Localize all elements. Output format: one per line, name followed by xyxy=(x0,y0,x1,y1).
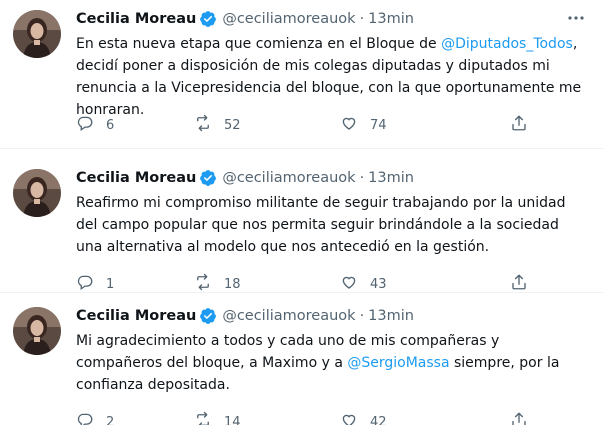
author-handle[interactable]: @ceciliamoreauok xyxy=(222,170,355,186)
timestamp[interactable]: 13min xyxy=(368,11,414,27)
retweet-icon xyxy=(194,411,212,425)
separator: · xyxy=(359,308,365,324)
tweet[interactable]: Cecilia Moreau @ceciliamoreauok · 13min … xyxy=(0,0,604,140)
reply-button[interactable]: 6 xyxy=(76,115,114,135)
more-options-icon[interactable] xyxy=(566,10,586,26)
like-count: 42 xyxy=(370,414,387,425)
reply-count: 6 xyxy=(106,117,115,133)
like-count: 74 xyxy=(370,117,387,133)
tweet[interactable]: Cecilia Moreau @ceciliamoreauok · 13min … xyxy=(0,159,604,299)
separator: · xyxy=(359,170,365,186)
author-name[interactable]: Cecilia Moreau xyxy=(76,11,196,27)
like-button[interactable]: 74 xyxy=(340,115,387,135)
retweet-count: 52 xyxy=(224,117,241,133)
reply-icon xyxy=(76,114,94,136)
verified-badge-icon xyxy=(199,10,217,28)
author-handle[interactable]: @ceciliamoreauok xyxy=(222,308,355,324)
tweet-thread: Cecilia Moreau @ceciliamoreauok · 13min … xyxy=(0,0,604,425)
separator: · xyxy=(359,11,365,27)
verified-badge-icon xyxy=(199,307,217,325)
tweet[interactable]: Cecilia Moreau @ceciliamoreauok · 13min … xyxy=(0,297,604,425)
retweet-count: 14 xyxy=(224,414,241,425)
verified-badge-icon xyxy=(199,169,217,187)
timestamp[interactable]: 13min xyxy=(368,308,414,324)
share-button[interactable] xyxy=(510,115,528,135)
avatar[interactable] xyxy=(13,10,61,58)
divider xyxy=(0,292,604,293)
heart-icon xyxy=(340,114,358,136)
avatar[interactable] xyxy=(13,307,61,355)
timestamp[interactable]: 13min xyxy=(368,170,414,186)
reply-count: 1 xyxy=(106,276,115,292)
reply-button[interactable]: 2 xyxy=(76,412,114,425)
tweet-text: Reafirmo mi compromiso militante de segu… xyxy=(76,195,566,255)
tweet-header: Cecilia Moreau @ceciliamoreauok · 13min xyxy=(76,9,414,29)
author-handle[interactable]: @ceciliamoreauok xyxy=(222,11,355,27)
reply-button[interactable]: 1 xyxy=(76,274,114,294)
tweet-header: Cecilia Moreau @ceciliamoreauok · 13min xyxy=(76,306,414,326)
heart-icon xyxy=(340,411,358,425)
share-button[interactable] xyxy=(510,274,528,294)
tweet-actions: 1 18 43 xyxy=(76,273,536,294)
retweet-button[interactable]: 14 xyxy=(194,411,241,425)
retweet-button[interactable]: 18 xyxy=(194,273,241,294)
tweet-actions: 6 52 74 xyxy=(76,114,536,136)
share-icon xyxy=(510,411,528,425)
tweet-text: En esta nueva etapa que comienza en el B… xyxy=(76,36,582,118)
share-icon xyxy=(510,114,528,136)
tweet-actions: 2 14 42 xyxy=(76,411,536,425)
mention-link[interactable]: @Diputados_Todos xyxy=(441,36,573,52)
retweet-count: 18 xyxy=(224,276,241,292)
tweet-text: Mi agradecimiento a todos y cada uno de … xyxy=(76,333,560,393)
tweet-header: Cecilia Moreau @ceciliamoreauok · 13min xyxy=(76,168,414,188)
divider xyxy=(0,148,604,149)
retweet-button[interactable]: 52 xyxy=(194,114,241,136)
author-name[interactable]: Cecilia Moreau xyxy=(76,308,196,324)
author-name[interactable]: Cecilia Moreau xyxy=(76,170,196,186)
retweet-icon xyxy=(194,114,212,136)
reply-icon xyxy=(76,411,94,425)
share-button[interactable] xyxy=(510,412,528,425)
reply-count: 2 xyxy=(106,414,115,425)
like-count: 43 xyxy=(370,276,387,292)
avatar[interactable] xyxy=(13,169,61,217)
like-button[interactable]: 43 xyxy=(340,274,387,294)
mention-link[interactable]: @SergioMassa xyxy=(347,355,449,371)
like-button[interactable]: 42 xyxy=(340,412,387,425)
